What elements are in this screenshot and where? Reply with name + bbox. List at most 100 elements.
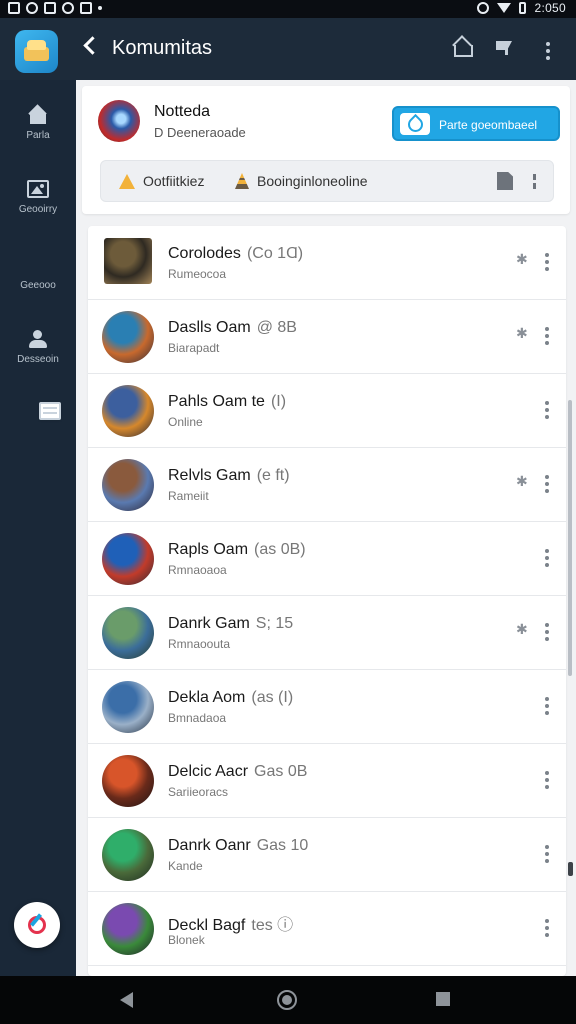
row-menu-icon[interactable] <box>545 327 549 348</box>
row-menu-icon[interactable] <box>545 623 549 644</box>
users-icon <box>27 330 49 348</box>
member-name-text: Deckl Bagf <box>168 917 246 934</box>
row-menu-icon[interactable] <box>545 253 549 274</box>
avatar[interactable] <box>102 903 154 955</box>
row-menu-icon[interactable] <box>545 919 549 940</box>
wifi-icon <box>497 3 512 13</box>
filter-chip-left[interactable]: Ootfiitkiez <box>119 173 204 189</box>
sort-icon[interactable] <box>533 174 537 192</box>
member-status: Rameiit <box>168 489 209 503</box>
group-subtitle: D Deeneraoade <box>154 125 246 140</box>
avatar[interactable] <box>102 459 154 511</box>
member-badge: Gas 0B <box>254 763 308 780</box>
back-arrow-icon[interactable] <box>83 36 102 55</box>
member-status: Sariieoracs <box>168 785 229 799</box>
rail-item-label: Geeooo <box>20 280 56 291</box>
member-status: Rmnaoouta <box>168 637 231 651</box>
filter-chip-right[interactable]: Booinginloneoline <box>235 173 368 189</box>
nav-back-icon[interactable] <box>120 992 133 1008</box>
list-item[interactable]: Relvls Gam (e ft) Rameiit ✱ <box>88 448 566 522</box>
avatar[interactable] <box>102 607 154 659</box>
avatar[interactable] <box>102 755 154 807</box>
member-list: Corolodes (Co 1Ɑ) Rumeocoa ✱ Daslls Oam @ 8B B… <box>88 226 566 976</box>
filter-bar: Ootfiitkiez Booinginloneoline <box>100 160 554 202</box>
member-name: Dekla Aom (as (I) <box>168 689 293 707</box>
system-navigation-bar <box>0 976 576 1024</box>
member-badge: S; 15 <box>255 615 294 632</box>
row-menu-icon[interactable] <box>545 771 549 792</box>
rail-item-gallery[interactable]: Geooirry <box>0 180 76 215</box>
sync-notification-icon <box>26 2 38 14</box>
member-name-text: Rapls Oam <box>168 541 249 558</box>
row-menu-icon[interactable] <box>545 475 549 496</box>
star-icon[interactable]: ✱ <box>516 621 528 638</box>
group-avatar[interactable] <box>98 100 140 142</box>
rail-item-list[interactable]: Geeooo <box>0 256 76 420</box>
nav-recents-icon[interactable] <box>436 992 450 1006</box>
member-badge: (as 0B) <box>254 541 306 558</box>
group-name: Notteda <box>154 103 211 120</box>
compose-fab-button[interactable] <box>14 902 60 948</box>
link-icon <box>400 113 430 135</box>
more-notifications-icon <box>98 6 102 10</box>
join-group-button[interactable]: Parte goeombaeel <box>392 106 560 141</box>
row-menu-icon[interactable] <box>545 549 549 570</box>
avatar[interactable] <box>102 829 154 881</box>
avatar[interactable] <box>102 311 154 363</box>
star-icon[interactable]: ✱ <box>516 473 528 490</box>
status-icons-right: 2:050 <box>477 1 566 15</box>
cone-icon <box>235 173 249 189</box>
list-item[interactable]: Corolodes (Co 1Ɑ) Rumeocoa ✱ <box>88 226 566 300</box>
star-icon[interactable]: ✱ <box>516 251 528 268</box>
member-name: Danrk Gam S; 15 <box>168 615 293 633</box>
rail-item-parla[interactable]: Parla <box>0 106 76 141</box>
member-status: Bmnadaoa <box>168 711 227 725</box>
row-menu-icon[interactable] <box>545 845 549 866</box>
flag-icon[interactable] <box>496 38 514 56</box>
overflow-menu-icon[interactable] <box>546 42 550 63</box>
member-name: Delcic Aacr Gas 0B <box>168 763 307 781</box>
scrollbar[interactable] <box>568 400 572 676</box>
member-name: Pahls Oam te (I) <box>168 393 286 411</box>
list-item[interactable]: Deckl Bagf tes ⓘ Blonek <box>88 892 566 966</box>
member-name: Deckl Bagf tes ⓘ <box>168 911 293 935</box>
member-status: Rmnaoaoa <box>168 563 227 577</box>
status-bar: 2:050 <box>0 0 576 18</box>
list-item[interactable]: Danrk Gam S; 15 Rmnaoouta ✱ <box>88 596 566 670</box>
member-badge: (e ft) <box>256 467 290 484</box>
member-name-text: Dekla Aom <box>168 689 246 706</box>
member-status: Rumeocoa <box>168 267 227 281</box>
home-icon[interactable] <box>452 38 473 57</box>
list-item[interactable]: Delcic Aacr Gas 0B Sariieoracs <box>88 744 566 818</box>
member-status: Biarapadt <box>168 341 220 355</box>
member-badge: (I) <box>270 393 287 410</box>
avatar[interactable] <box>102 681 154 733</box>
document-icon[interactable] <box>497 172 513 190</box>
avatar[interactable] <box>104 238 152 284</box>
nav-home-icon[interactable] <box>277 990 297 1010</box>
avatar[interactable] <box>102 385 154 437</box>
filter-label: Booinginloneoline <box>257 173 368 189</box>
app-logo-icon[interactable] <box>15 30 58 73</box>
app-header: Komumitas <box>0 18 576 80</box>
row-menu-icon[interactable] <box>545 697 549 718</box>
clock: 2:050 <box>534 1 566 15</box>
list-item[interactable]: Pahls Oam te (I) Online <box>88 374 566 448</box>
row-menu-icon[interactable] <box>545 401 549 422</box>
rail-item-label: Geooirry <box>18 204 58 215</box>
list-item[interactable]: Dekla Aom (as (I) Bmnadaoa <box>88 670 566 744</box>
member-badge: tes ⓘ <box>251 917 294 934</box>
member-name: Daslls Oam @ 8B <box>168 319 297 337</box>
star-icon[interactable]: ✱ <box>516 325 528 342</box>
avatar[interactable] <box>102 533 154 585</box>
main-content: Notteda D Deeneraoade Parte goeombaeel O… <box>76 80 576 976</box>
list-item[interactable]: Daslls Oam @ 8B Biarapadt ✱ <box>88 300 566 374</box>
member-name: Rapls Oam (as 0B) <box>168 541 306 559</box>
member-name-text: Danrk Gam <box>168 615 250 632</box>
list-item[interactable]: Rapls Oam (as 0B) Rmnaoaoa <box>88 522 566 596</box>
list-item[interactable]: Danrk Oanr Gas 10 Kande <box>88 818 566 892</box>
join-button-label: Parte goeombaeel <box>439 118 538 132</box>
member-name-text: Delcic Aacr <box>168 763 249 780</box>
app-screen: 2:050 Komumitas Parla Geooirry Geeooo De… <box>0 0 576 1024</box>
rail-item-members[interactable]: Desseoin <box>0 330 76 365</box>
